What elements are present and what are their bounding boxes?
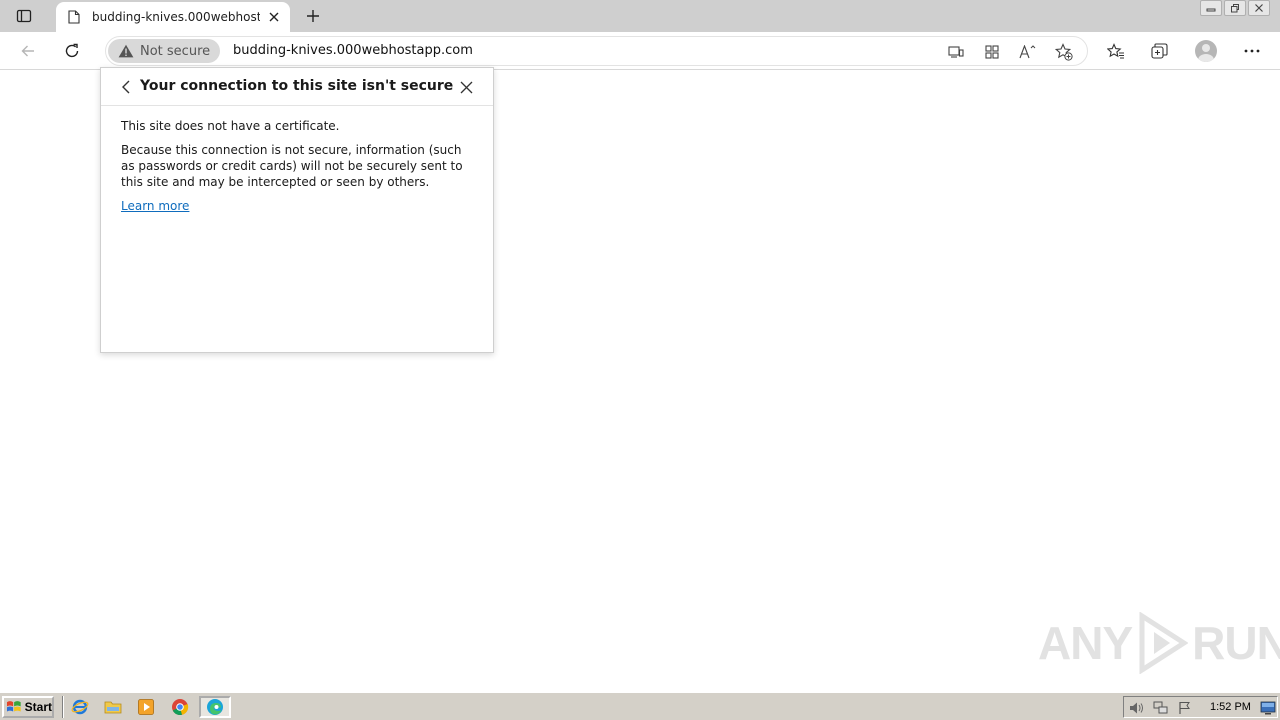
apps-grid-icon	[985, 45, 999, 59]
play-logo-icon	[1139, 612, 1189, 674]
edge-icon	[207, 699, 223, 715]
quicklaunch-chrome[interactable]	[170, 697, 190, 717]
more-icon	[1244, 49, 1260, 53]
close-window-icon	[1255, 4, 1263, 12]
plus-icon	[307, 10, 319, 22]
restore-button[interactable]	[1224, 0, 1246, 16]
chevron-left-icon	[122, 80, 130, 94]
refresh-icon	[65, 43, 79, 58]
not-secure-badge[interactable]: Not secure	[108, 39, 220, 63]
close-icon	[269, 12, 279, 22]
folder-icon	[104, 701, 122, 714]
popup-body: This site does not have a certificate. B…	[121, 118, 471, 214]
taskbar-separator	[62, 696, 64, 718]
clock[interactable]: 1:52 PM	[1210, 701, 1251, 713]
windows-logo-icon	[6, 701, 21, 712]
chrome-icon	[172, 699, 189, 716]
browser-tab[interactable]: budding-knives.000webhostapp.com	[56, 2, 290, 32]
quicklaunch-explorer[interactable]	[103, 697, 123, 717]
network-button[interactable]	[1153, 700, 1169, 716]
certificate-message: This site does not have a certificate.	[121, 119, 340, 133]
tab-actions-icon	[16, 9, 32, 23]
popup-header: Your connection to this site isn't secur…	[101, 68, 493, 106]
browser-toolbar: Not secure budding-knives.000webhostapp.…	[0, 32, 1280, 70]
warning-icon	[118, 44, 134, 58]
avatar-icon	[1195, 40, 1217, 62]
refresh-button[interactable]	[58, 37, 86, 65]
app-available-button[interactable]	[945, 41, 967, 63]
speaker-icon	[1130, 702, 1143, 714]
show-desktop-button[interactable]	[1260, 700, 1276, 716]
tab-close-button[interactable]	[264, 7, 284, 27]
connection-warning-message: Because this connection is not secure, i…	[121, 143, 463, 189]
back-button[interactable]	[14, 37, 42, 65]
close-icon	[460, 81, 472, 93]
minimize-icon	[1206, 8, 1216, 12]
popup-back-button[interactable]	[117, 78, 135, 96]
address-bar[interactable]: Not secure budding-knives.000webhostapp.…	[105, 36, 1088, 66]
network-icon	[1153, 701, 1168, 714]
taskbar: Start 1:52 PM	[0, 692, 1280, 720]
profile-button[interactable]	[1192, 37, 1220, 65]
collections-icon	[1151, 43, 1168, 59]
desktop-icon	[1260, 701, 1276, 715]
system-tray: 1:52 PM	[1123, 696, 1278, 718]
add-favorite-button[interactable]	[1053, 41, 1075, 63]
watermark-text-left: ANY	[1038, 617, 1133, 669]
volume-button[interactable]	[1129, 700, 1145, 716]
watermark-text-right: RUN	[1192, 617, 1280, 669]
settings-menu-button[interactable]	[1238, 37, 1266, 65]
quicklaunch-media-player[interactable]	[136, 697, 156, 717]
extensions-button[interactable]	[981, 41, 1003, 63]
learn-more-link[interactable]: Learn more	[121, 199, 189, 213]
back-arrow-icon	[21, 45, 34, 57]
flag-icon	[1179, 702, 1190, 714]
media-player-icon	[138, 699, 154, 715]
window-controls	[1200, 0, 1270, 18]
tab-strip: budding-knives.000webhostapp.com	[0, 0, 1280, 32]
page-icon	[66, 9, 82, 25]
minimize-button[interactable]	[1200, 0, 1222, 16]
internet-explorer-icon	[71, 699, 89, 715]
start-label: Start	[24, 700, 52, 714]
action-center-button[interactable]	[1177, 700, 1193, 716]
new-tab-button[interactable]	[300, 4, 326, 28]
anyrun-watermark: ANY RUN	[1038, 612, 1280, 674]
site-info-popup: Your connection to this site isn't secur…	[100, 67, 494, 353]
close-window-button[interactable]	[1248, 0, 1270, 16]
read-aloud-icon	[1019, 45, 1036, 59]
tab-title: budding-knives.000webhostapp.com	[92, 10, 260, 24]
url-text: budding-knives.000webhostapp.com	[233, 43, 473, 58]
not-secure-label: Not secure	[140, 43, 211, 59]
taskbar-edge-window[interactable]	[199, 696, 231, 718]
restore-icon	[1231, 4, 1239, 13]
collections-button[interactable]	[1146, 37, 1174, 65]
quicklaunch-ie[interactable]	[70, 697, 90, 717]
favorites-button[interactable]	[1102, 37, 1130, 65]
tab-actions-button[interactable]	[10, 5, 38, 27]
start-button[interactable]: Start	[2, 696, 54, 718]
popup-close-button[interactable]	[456, 77, 476, 97]
star-add-icon	[1055, 43, 1073, 61]
app-install-icon	[948, 46, 964, 58]
read-aloud-button[interactable]	[1017, 41, 1039, 63]
favorites-icon	[1107, 43, 1124, 59]
popup-title: Your connection to this site isn't secur…	[140, 78, 454, 94]
